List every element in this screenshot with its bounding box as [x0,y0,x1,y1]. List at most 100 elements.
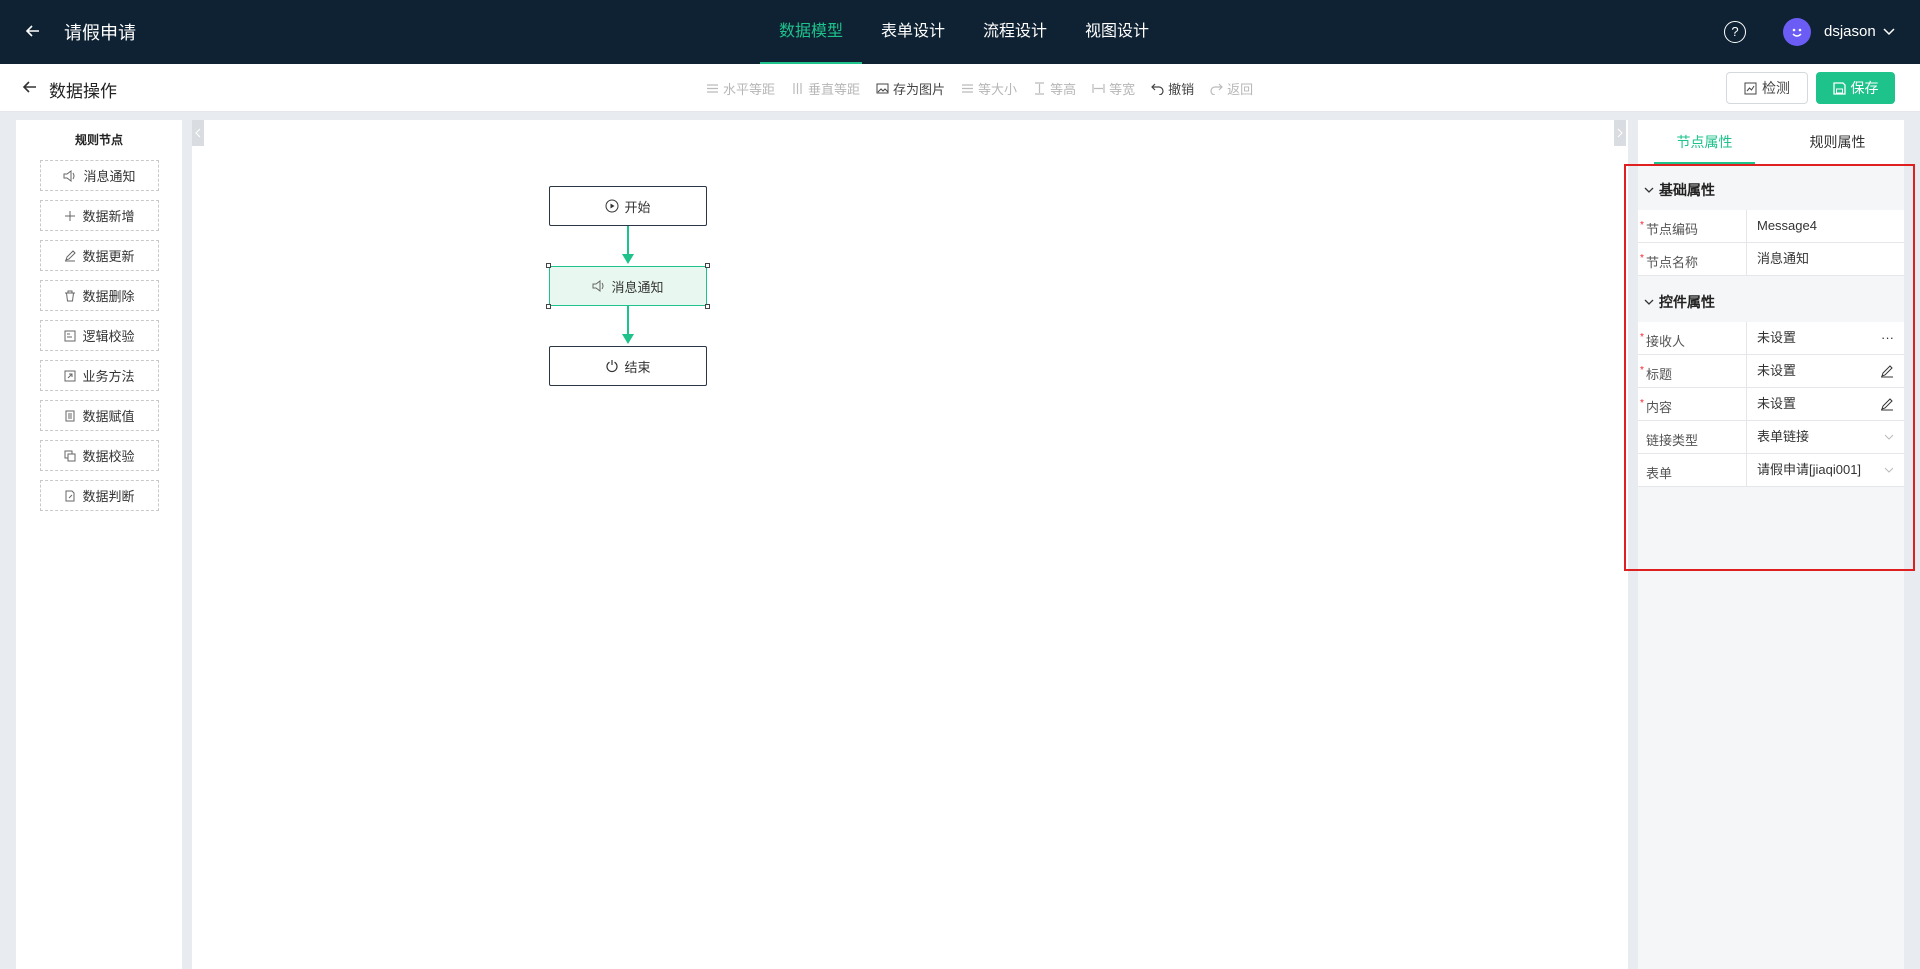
prop-row-link-type: 链接类型 表单链接 [1638,421,1904,454]
question-circle-icon[interactable]: ? [1724,21,1746,43]
prop-row-form: 表单 请假申请[jiaqi001] [1638,454,1904,487]
properties-body: 基础属性 * 节点编码 Message4 * 节点名称 消息通知 控件属性 * … [1638,164,1904,969]
node-name-input[interactable]: 消息通知 [1746,243,1904,275]
username[interactable]: dsjason [1824,23,1876,40]
required-marker: * [1640,332,1644,343]
resize-handle[interactable] [705,304,710,309]
save-button[interactable]: 保存 [1816,72,1895,104]
chevron-down-icon [1884,421,1894,454]
node-label: 数据新增 [82,209,135,224]
node-message-notify[interactable]: 消息通知 [40,160,159,191]
prop-row-content: * 内容 未设置 [1638,388,1904,421]
more-icon[interactable]: ··· [1881,322,1894,354]
node-label: 逻辑校验 [82,329,135,344]
prop-row-title: * 标题 未设置 [1638,355,1904,388]
node-data-assign[interactable]: 数据赋值 [40,400,159,431]
tab-process-design[interactable]: 流程设计 [964,0,1066,64]
node-data-update[interactable]: 数据更新 [40,240,159,271]
app-title: 请假申请 [64,23,136,43]
flow-node-end[interactable]: 结束 [549,346,707,386]
content-field[interactable]: 未设置 [1746,388,1904,420]
tool-horizontal-spacing[interactable]: 水平等距 [706,79,775,98]
receiver-field[interactable]: 未设置 ··· [1746,322,1904,354]
speaker-icon [63,169,75,182]
tool-label: 返回 [1227,81,1254,97]
prop-label: 节点名称 [1646,255,1699,270]
top-header: 请假申请 数据模型 表单设计 流程设计 视图设计 ? dsjason [0,0,1920,64]
link-type-value: 表单链接 [1757,429,1810,444]
tool-save-image[interactable]: 存为图片 [876,79,945,98]
tool-same-height[interactable]: 等高 [1033,79,1076,98]
tool-label: 撤销 [1168,81,1195,97]
arrow-head-icon [622,334,634,344]
required-marker: * [1640,398,1644,409]
section-control-properties[interactable]: 控件属性 [1644,292,1715,312]
node-label: 数据删除 [82,289,135,304]
resize-handle[interactable] [546,263,551,268]
flow-canvas[interactable]: 开始 消息通知 结束 [192,120,1628,969]
required-marker: * [1640,220,1644,231]
node-data-delete[interactable]: 数据删除 [40,280,159,311]
form-select[interactable]: 请假申请[jiaqi001] [1746,454,1904,486]
avatar[interactable] [1783,18,1811,46]
chevron-down-icon [1644,187,1654,193]
link-type-select[interactable]: 表单链接 [1746,421,1904,453]
collapse-right-icon[interactable] [1614,120,1626,146]
node-code-input[interactable]: Message4 [1746,210,1904,242]
prop-label: 链接类型 [1646,433,1699,448]
prop-row-node-code: * 节点编码 Message4 [1638,210,1904,243]
undo-icon [1151,83,1164,95]
resize-handle[interactable] [546,304,551,309]
flow-node-message-notify[interactable]: 消息通知 [549,266,707,306]
node-data-validate[interactable]: 数据校验 [40,440,159,471]
sub-toolbar: 数据操作 水平等距 垂直等距 存为图片 等大小 等高 等宽 撤销 返回 检测 保… [0,64,1920,112]
title-value: 未设置 [1757,363,1797,378]
flow-node-start[interactable]: 开始 [549,186,707,226]
node-label: 数据更新 [82,249,135,264]
edit-icon [65,249,77,261]
same-size-icon [962,83,974,93]
align-vertical-icon [793,82,802,94]
node-label: 数据判断 [82,489,135,504]
node-logic-check[interactable]: 逻辑校验 [40,320,159,351]
edit-icon[interactable] [1880,355,1894,390]
node-business-method[interactable]: 业务方法 [40,360,159,391]
tool-label: 垂直等距 [808,81,861,97]
collapse-left-icon[interactable] [192,120,204,146]
method-icon [64,370,76,381]
title-field[interactable]: 未设置 [1746,355,1904,387]
prop-label: 内容 [1646,400,1673,415]
node-label: 数据校验 [82,449,135,464]
flow-node-label: 开始 [624,199,651,215]
back-arrow-icon[interactable] [22,20,44,42]
play-circle-icon [605,199,619,213]
tool-redo[interactable]: 返回 [1210,79,1253,98]
tab-data-model[interactable]: 数据模型 [760,0,863,64]
canvas-toolbar: 水平等距 垂直等距 存为图片 等大小 等高 等宽 撤销 返回 [706,64,1269,112]
node-data-add[interactable]: 数据新增 [40,200,159,231]
speaker-icon [592,280,604,292]
tab-form-design[interactable]: 表单设计 [862,0,964,64]
tab-rule-properties[interactable]: 规则属性 [1771,120,1904,164]
tool-label: 等宽 [1109,81,1136,97]
power-icon [606,360,619,373]
tab-node-properties[interactable]: 节点属性 [1638,120,1771,164]
prop-label: 标题 [1646,367,1673,382]
tab-view-design[interactable]: 视图设计 [1066,0,1168,64]
same-width-icon [1092,83,1105,93]
back-arrow-icon[interactable] [22,79,38,98]
tool-vertical-spacing[interactable]: 垂直等距 [791,79,860,98]
page-title: 数据操作 [49,82,117,101]
resize-handle[interactable] [705,263,710,268]
content-value: 未设置 [1757,396,1797,411]
tool-label: 水平等距 [723,81,776,97]
tool-same-width[interactable]: 等宽 [1092,79,1135,98]
chevron-down-icon[interactable] [1882,24,1896,41]
node-data-judge[interactable]: 数据判断 [40,480,159,511]
edit-icon[interactable] [1880,388,1894,423]
tool-same-size[interactable]: 等大小 [961,79,1017,98]
check-button[interactable]: 检测 [1726,72,1808,104]
section-basic-properties[interactable]: 基础属性 [1644,180,1715,200]
chevron-down-icon [1884,454,1894,487]
tool-undo[interactable]: 撤销 [1151,79,1194,98]
